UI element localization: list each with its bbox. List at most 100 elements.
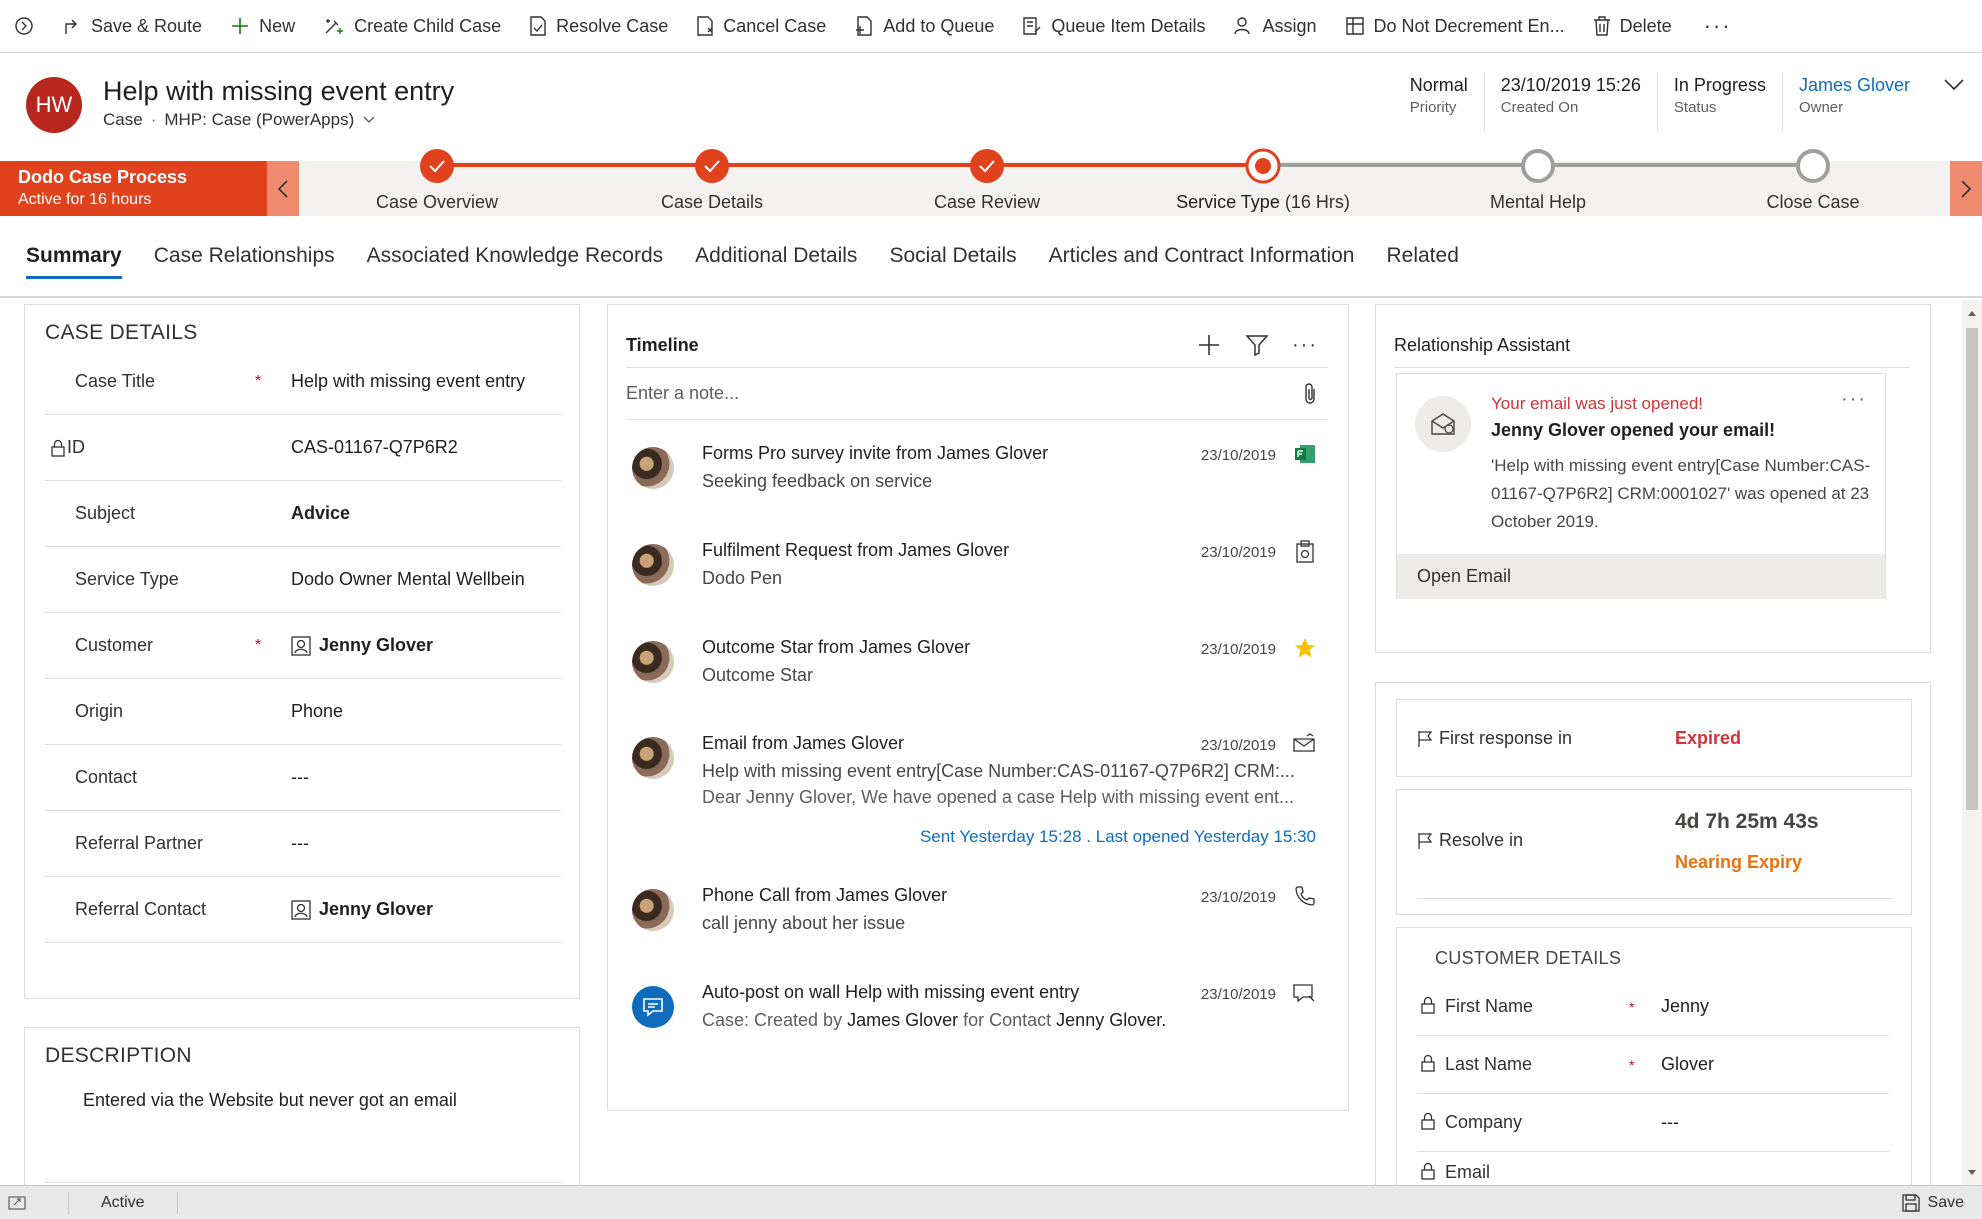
- tab-associated-knowledge-records[interactable]: Associated Knowledge Records: [367, 215, 664, 297]
- assistant-more-button[interactable]: ···: [1841, 388, 1867, 411]
- open-email-button[interactable]: Open Email: [1397, 554, 1885, 599]
- clipboard-icon: [1296, 540, 1314, 563]
- timeline-item-outcome-star[interactable]: Outcome Star from James Glover Outcome S…: [626, 635, 1328, 705]
- field-value[interactable]: Help with missing event entry: [291, 371, 525, 392]
- tab-summary[interactable]: Summary: [26, 215, 122, 297]
- field-customer[interactable]: Customer * Jenny Glover: [45, 613, 561, 679]
- cancel-case-button[interactable]: Cancel Case: [682, 0, 840, 53]
- nav-toggle-button[interactable]: [0, 0, 48, 53]
- post-contact-link[interactable]: Jenny Glover.: [1056, 1010, 1166, 1030]
- more-commands-button[interactable]: ···: [1686, 0, 1750, 53]
- tab-related[interactable]: Related: [1386, 215, 1458, 297]
- process-next-button[interactable]: [1950, 161, 1982, 216]
- stage-case-review[interactable]: Case Review: [877, 149, 1097, 213]
- stage-complete-icon: [970, 149, 1004, 183]
- activity-title: Forms Pro survey invite from James Glove…: [702, 443, 1049, 463]
- description-text[interactable]: Entered via the Website but never got an…: [83, 1090, 457, 1111]
- create-child-case-label: Create Child Case: [354, 15, 502, 36]
- paperclip-icon[interactable]: [1302, 382, 1318, 406]
- header-field-created-on: 23/10/2019 15:26 Created On: [1483, 72, 1657, 132]
- footer-save-button[interactable]: Save: [1901, 1194, 1964, 1212]
- activity-subtitle: Outcome Star: [702, 665, 814, 685]
- created-on-value: 23/10/2019 15:26: [1500, 75, 1641, 95]
- tab-articles-contract-information[interactable]: Articles and Contract Information: [1049, 215, 1355, 297]
- activity-subtitle: Seeking feedback on service: [702, 471, 933, 491]
- do-not-decrement-button[interactable]: Do Not Decrement En...: [1331, 0, 1579, 53]
- header-expand-button[interactable]: [1926, 72, 1982, 132]
- user-avatar: [632, 889, 674, 931]
- timeline-item-forms-pro[interactable]: Forms Pro survey invite from James Glove…: [626, 441, 1328, 511]
- open-in-window-icon[interactable]: [8, 1195, 28, 1211]
- lock-icon: [51, 439, 65, 457]
- status-footer: Active Save: [0, 1185, 1982, 1219]
- timeline-item-auto-post[interactable]: Auto-post on wall Help with missing even…: [626, 980, 1328, 1050]
- stage-close-case[interactable]: Close Case: [1703, 149, 1923, 213]
- field-value[interactable]: Dodo Owner Mental Wellbein: [291, 569, 541, 590]
- active-stage-name: Service Type: [1176, 192, 1280, 212]
- post-author-link[interactable]: James Glover: [847, 1010, 958, 1030]
- chevron-circle-icon: [15, 17, 33, 35]
- stage-mental-help[interactable]: Mental Help: [1428, 149, 1648, 213]
- field-last-name[interactable]: Last Name * Glover: [1417, 1036, 1889, 1094]
- stage-service-type[interactable]: Service Type (16 Hrs): [1153, 148, 1373, 213]
- form-selector[interactable]: MHP: Case (PowerApps): [164, 110, 354, 130]
- save-route-button[interactable]: Save & Route: [48, 0, 216, 53]
- process-name-flyout[interactable]: Dodo Case Process Active for 16 hours: [0, 161, 267, 216]
- field-subject[interactable]: Subject Advice: [45, 481, 561, 547]
- header-field-owner: James Glover Owner: [1781, 72, 1926, 132]
- field-referral-contact[interactable]: Referral Contact Jenny Glover: [45, 877, 561, 943]
- filter-icon[interactable]: [1244, 332, 1270, 358]
- customer-link[interactable]: Jenny Glover: [319, 635, 433, 656]
- tab-additional-details[interactable]: Additional Details: [695, 215, 857, 297]
- timeline-item-email[interactable]: Email from James Glover Help with missin…: [626, 731, 1328, 851]
- owner-link[interactable]: James Glover: [1799, 72, 1910, 98]
- create-child-case-button[interactable]: Create Child Case: [309, 0, 515, 53]
- delete-button[interactable]: Delete: [1579, 0, 1686, 53]
- assign-button[interactable]: Assign: [1219, 0, 1330, 53]
- vertical-scrollbar[interactable]: [1962, 300, 1982, 1185]
- field-value[interactable]: Jenny Glover: [291, 635, 433, 656]
- field-id[interactable]: ID CAS-01167-Q7P6R2: [45, 415, 561, 481]
- add-to-queue-button[interactable]: Add to Queue: [840, 0, 1008, 53]
- field-value[interactable]: Jenny Glover: [291, 899, 433, 920]
- new-button[interactable]: New: [216, 0, 309, 53]
- field-referral-partner[interactable]: Referral Partner ---: [45, 811, 561, 877]
- timeline-item-fulfilment[interactable]: Fulfilment Request from James Glover Dod…: [626, 538, 1328, 608]
- field-label-wrap: First Name: [1417, 996, 1629, 1017]
- chevron-down-icon[interactable]: [362, 115, 376, 125]
- post-text: for Contact: [958, 1010, 1057, 1030]
- tab-case-relationships[interactable]: Case Relationships: [154, 215, 335, 297]
- queue-item-details-button[interactable]: Queue Item Details: [1008, 0, 1219, 53]
- field-company[interactable]: Company ---: [1417, 1094, 1889, 1152]
- field-origin[interactable]: Origin Phone: [45, 679, 561, 745]
- referral-contact-link[interactable]: Jenny Glover: [319, 899, 433, 920]
- field-value[interactable]: ---: [291, 767, 309, 788]
- tab-social-details[interactable]: Social Details: [889, 215, 1016, 297]
- field-value[interactable]: ---: [291, 833, 309, 854]
- stage-case-details[interactable]: Case Details: [602, 149, 822, 213]
- resolve-case-button[interactable]: Resolve Case: [515, 0, 682, 53]
- scrollbar-thumb[interactable]: [1966, 328, 1978, 810]
- activity-date: 23/10/2019: [1200, 889, 1276, 906]
- note-input[interactable]: Enter a note...: [626, 368, 1328, 420]
- field-value[interactable]: Phone: [291, 701, 343, 722]
- more-options-icon[interactable]: ···: [1292, 334, 1318, 357]
- sla-label: Resolve in: [1439, 830, 1524, 850]
- field-case-title[interactable]: Case Title * Help with missing event ent…: [45, 349, 561, 415]
- timeline-item-phone-call[interactable]: Phone Call from James Glover call jenny …: [626, 883, 1328, 953]
- save-route-label: Save & Route: [91, 15, 203, 36]
- scroll-up-icon[interactable]: [1962, 306, 1982, 322]
- queue-details-icon: [1023, 17, 1041, 35]
- stage-case-overview[interactable]: Case Overview: [327, 149, 547, 213]
- field-contact[interactable]: Contact ---: [45, 745, 561, 811]
- divider: [1417, 776, 1893, 777]
- scroll-down-icon[interactable]: [1962, 1165, 1982, 1181]
- process-prev-button[interactable]: [267, 161, 299, 216]
- forms-pro-icon: [1295, 445, 1315, 463]
- post-avatar: [632, 986, 674, 1028]
- add-icon[interactable]: [1196, 332, 1222, 358]
- assistant-card[interactable]: Your email was just opened! Jenny Glover…: [1396, 373, 1886, 599]
- field-service-type[interactable]: Service Type Dodo Owner Mental Wellbein: [45, 547, 561, 613]
- field-value[interactable]: Advice: [291, 503, 350, 524]
- field-first-name[interactable]: First Name * Jenny: [1417, 978, 1889, 1036]
